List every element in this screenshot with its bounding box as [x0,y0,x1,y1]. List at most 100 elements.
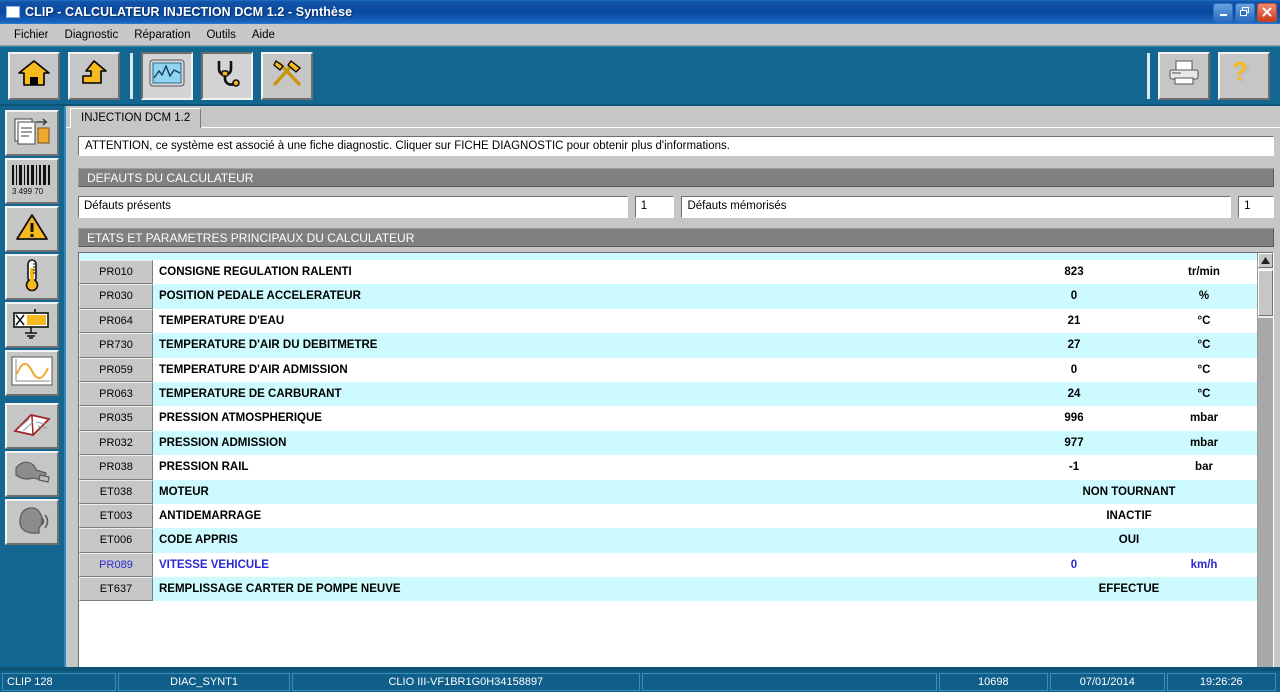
menu-item-diagnostic[interactable]: Diagnostic [57,27,127,43]
back-up-button[interactable] [68,52,120,100]
measurement-chart-button[interactable] [141,52,193,100]
actuator-icon [11,307,53,344]
faults-row: Défauts présents 1 Défauts mémorisés 1 [78,196,1274,218]
date: 07/01/2014 [1050,673,1164,691]
table-row[interactable]: ET003ANTIDEMARRAGEINACTIF [79,504,1259,528]
blank-cell [642,673,937,691]
table-row[interactable]: PR063TEMPERATURE DE CARBURANT24°C [79,382,1259,406]
sidebar-item-identification[interactable] [5,110,59,156]
title-bar: CLIP - CALCULATEUR INJECTION DCM 1.2 - S… [0,0,1280,24]
table-row[interactable]: PR010CONSIGNE REGULATION RALENTI823tr/mi… [79,260,1259,284]
close-icon[interactable] [1257,3,1277,22]
sidebar-item-faults[interactable] [5,206,59,252]
param-name: POSITION PEDALE ACCELERATEUR [153,284,999,308]
window-controls [1213,3,1280,22]
sidebar-item-actuators[interactable] [5,302,59,348]
table-row[interactable]: ET006CODE APPRISOUI [79,528,1259,552]
menu-item-reparation[interactable]: Réparation [126,27,198,43]
application-window: CLIP - CALCULATEUR INJECTION DCM 1.2 - S… [0,0,1280,692]
vehicle-vin: CLIO III-VF1BR1G0H34158897 [292,673,640,691]
param-value: 0 [999,553,1149,577]
counter: 10698 [939,673,1048,691]
scroll-up-icon[interactable] [1258,253,1273,268]
table-top-strip [79,253,1259,260]
print-button[interactable] [1158,52,1210,100]
param-name: CONSIGNE REGULATION RALENTI [153,260,999,284]
parameters-table-body: PR010CONSIGNE REGULATION RALENTI823tr/mi… [79,253,1259,601]
menu-item-outils[interactable]: Outils [198,27,243,43]
sidebar-item-curves[interactable] [5,350,59,396]
table-row[interactable]: PR030POSITION PEDALE ACCELERATEUR0% [79,284,1259,308]
back-up-icon [78,58,110,93]
voice-icon [12,505,52,540]
sidebar-item-parameters[interactable] [5,254,59,300]
scrollbar-thumb[interactable] [1258,270,1273,316]
param-value: 977 [999,431,1149,455]
param-unit: bar [1149,455,1259,479]
param-unit: °C [1149,358,1259,382]
table-row[interactable]: PR038PRESSION RAIL-1bar [79,455,1259,479]
tools-button[interactable] [261,52,313,100]
table-row[interactable]: ET637REMPLISSAGE CARTER DE POMPE NEUVEEF… [79,577,1259,601]
param-name: TEMPERATURE D'EAU [153,309,999,333]
param-name: VITESSE VEHICULE [153,553,999,577]
param-code: PR010 [79,260,153,284]
param-value: 823 [999,260,1149,284]
param-code: ET006 [79,528,153,552]
param-state: NON TOURNANT [999,480,1259,504]
printer-icon [1167,59,1201,92]
book-icon [12,409,52,444]
waveform-graph-icon [11,356,53,391]
param-name: PRESSION RAIL [153,455,999,479]
stethoscope-button[interactable] [201,52,253,100]
param-value: 0 [999,284,1149,308]
table-row[interactable]: PR089VITESSE VEHICULE0km/h [79,553,1259,577]
param-name: ANTIDEMARRAGE [153,504,999,528]
menu-item-aide[interactable]: Aide [244,27,283,43]
table-row[interactable]: PR064TEMPERATURE D'EAU21°C [79,309,1259,333]
warning-triangle-icon [15,212,49,247]
parameters-table: PR010CONSIGNE REGULATION RALENTI823tr/mi… [78,252,1274,692]
help-button[interactable]: ? ? [1218,52,1270,100]
table-row[interactable]: ET038MOTEURNON TOURNANT [79,480,1259,504]
sidebar-item-barcode[interactable]: 3 499 70 [5,158,59,204]
table-row[interactable]: PR035PRESSION ATMOSPHERIQUE996mbar [79,406,1259,430]
param-code: PR038 [79,455,153,479]
parameters-scrollbar[interactable] [1257,253,1273,692]
param-name: MOTEUR [153,480,999,504]
param-name: TEMPERATURE DE CARBURANT [153,382,999,406]
sidebar-item-assistance[interactable] [5,499,59,545]
param-unit: °C [1149,333,1259,357]
documents-icon [12,115,52,152]
maximize-restore-icon[interactable] [1235,3,1255,22]
menu-item-fichier[interactable]: Fichier [6,27,57,43]
menu-bar: Fichier Diagnostic Réparation Outils Aid… [0,24,1280,46]
faults-present-label: Défauts présents [78,196,628,218]
param-unit: km/h [1149,553,1259,577]
main-toolbar: ? ? [0,46,1280,106]
clip-version: CLIP 128 [2,673,116,691]
status-bar: CLIP 128DIAC_SYNT1CLIO III-VF1BR1G0H3415… [0,671,1280,692]
table-row[interactable]: PR032PRESSION ADMISSION977mbar [79,431,1259,455]
param-state: OUI [999,528,1259,552]
param-value: -1 [999,455,1149,479]
hammer-icon [12,458,52,491]
param-name: REMPLISSAGE CARTER DE POMPE NEUVE [153,577,999,601]
sidebar-item-documentation[interactable] [5,403,59,449]
thermometer-icon [19,258,45,297]
table-row[interactable]: PR730TEMPERATURE D'AIR DU DEBITMETRE27°C [79,333,1259,357]
toolbar-right-group: ? ? [1150,52,1280,100]
param-code: ET038 [79,480,153,504]
measurement-chart-icon [149,59,185,92]
scrollbar-track[interactable] [1258,318,1273,692]
minimize-icon[interactable] [1213,3,1233,22]
table-row[interactable]: PR059TEMPERATURE D'AIR ADMISSION0°C [79,358,1259,382]
param-value: 0 [999,358,1149,382]
sidebar-item-repair[interactable] [5,451,59,497]
param-code: PR063 [79,382,153,406]
home-button[interactable] [8,52,60,100]
toolbar-separator-2 [1147,53,1150,99]
param-name: TEMPERATURE D'AIR ADMISSION [153,358,999,382]
tab-injection-dcm[interactable]: INJECTION DCM 1.2 [70,108,201,128]
svg-text:3 499 70: 3 499 70 [12,187,44,195]
